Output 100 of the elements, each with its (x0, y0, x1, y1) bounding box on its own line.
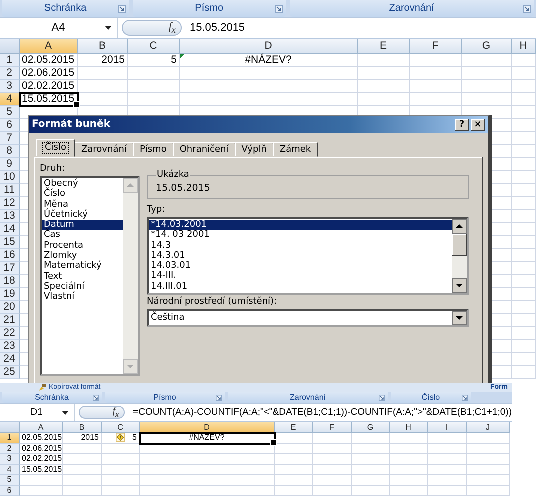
dropdown-arrow-icon[interactable] (62, 410, 69, 414)
warning-smart-tag-icon[interactable] (116, 433, 125, 442)
row-header[interactable]: 6 (0, 486, 20, 496)
category-item[interactable]: Zlomky (42, 251, 123, 262)
type-item[interactable]: 14-III. (149, 271, 452, 282)
category-item[interactable]: Procenta (42, 240, 123, 252)
launcher-icon[interactable] (216, 394, 222, 400)
insert-function-button[interactable]: f$_{x}$ (168, 20, 176, 36)
locale-dropdown[interactable]: Čeština (147, 309, 469, 327)
dropdown-arrow-icon[interactable] (105, 26, 112, 30)
launcher-icon[interactable] (523, 4, 531, 12)
dialog-tab[interactable]: Písmo (132, 142, 174, 157)
spreadsheet-cell[interactable]: 15.05.2015 (20, 464, 63, 475)
column-header[interactable]: C (128, 39, 180, 54)
row-header[interactable]: 2 (0, 67, 20, 80)
category-item[interactable]: Speciální (42, 282, 123, 292)
row-header[interactable]: 10 (0, 171, 20, 184)
dialog-tab[interactable]: Číslo (36, 139, 76, 157)
column-header[interactable]: A (20, 422, 63, 433)
launcher-icon[interactable] (118, 4, 126, 12)
spreadsheet-cell[interactable]: 02.05.2015 (20, 433, 63, 444)
row-header[interactable]: 17 (0, 262, 20, 275)
column-header[interactable]: H (390, 422, 428, 433)
category-item[interactable]: Účetnický (42, 210, 123, 220)
row-header[interactable]: 6 (0, 119, 20, 132)
row-header[interactable]: 14 (0, 223, 20, 236)
insert-function-button[interactable]: f$_{x}$ (112, 406, 120, 418)
type-item[interactable]: *14. 03 2001 (149, 230, 452, 241)
spreadsheet-cell[interactable]: 2015 (63, 433, 102, 444)
formula-field[interactable]: 15.05.2015 (186, 22, 536, 34)
category-item[interactable]: Datum (42, 220, 123, 230)
type-list[interactable]: *14.03.2001 *14. 03 2001 14.3 14.3.01 14.03.01 14-III. 14.III.01 (147, 217, 469, 295)
spreadsheet-cell[interactable]: 5 (102, 433, 140, 444)
row-header[interactable]: 20 (0, 301, 20, 314)
formula-field[interactable]: =COUNT(A:A)-COUNTIF(A:A;"<"&DATE(B1;C1;1))-COUNTIF(A:A;">"&DATE(B1;C1+1;0)) (129, 407, 512, 418)
row-header[interactable]: 1 (0, 433, 20, 444)
row-header[interactable]: 3 (0, 454, 20, 464)
row-header[interactable]: 18 (0, 275, 20, 288)
column-header[interactable]: E (358, 39, 410, 54)
launcher-icon[interactable] (274, 4, 283, 12)
category-item[interactable]: Číslo (42, 189, 123, 200)
launcher-icon[interactable] (462, 394, 468, 400)
spreadsheet-cell[interactable]: 15.05.2015 (20, 93, 78, 106)
name-box[interactable]: A4 (0, 18, 118, 38)
row-header[interactable]: 4 (0, 464, 20, 475)
column-header[interactable]: J (467, 422, 510, 433)
column-header[interactable]: I (428, 422, 467, 433)
column-header[interactable]: A (20, 39, 78, 54)
row-header[interactable]: 1 (0, 54, 20, 67)
category-list[interactable]: Obecný Číslo Měna Účetnický Datum Čas Procenta Zlomky Matematický Text Speciální Vlastní (40, 176, 140, 376)
spreadsheet-cell[interactable]: 5 (128, 54, 180, 67)
spreadsheet-cell[interactable]: #NÁZEV? (180, 54, 358, 67)
type-item[interactable]: 14.3 (149, 240, 452, 251)
column-header[interactable]: C (102, 422, 140, 433)
column-header[interactable]: G (462, 39, 512, 54)
type-item[interactable]: 14.3.01 (149, 250, 452, 262)
row-header[interactable]: 8 (0, 145, 20, 158)
type-item[interactable]: 14.03.01 (149, 261, 452, 272)
category-item[interactable]: Obecný (42, 179, 123, 190)
row-header[interactable]: 5 (0, 106, 20, 119)
spreadsheet-cell[interactable]: 02.02.2015 (20, 454, 63, 464)
column-header[interactable]: G (352, 422, 390, 433)
row-header[interactable]: 5 (0, 475, 20, 486)
column-header[interactable]: E (275, 422, 313, 433)
scroll-up-icon[interactable] (452, 219, 467, 234)
row-header[interactable]: 24 (0, 353, 20, 366)
launcher-icon[interactable] (379, 394, 385, 400)
row-header[interactable]: 19 (0, 288, 20, 301)
spreadsheet-cell[interactable]: 02.06.2015 (20, 67, 78, 80)
column-header[interactable]: F (313, 422, 352, 433)
row-header[interactable]: 15 (0, 236, 20, 249)
row-header[interactable]: 4 (0, 93, 20, 106)
row-header[interactable]: 3 (0, 80, 20, 93)
dialog-tab[interactable]: Výplň (234, 142, 274, 157)
spreadsheet-cell[interactable]: 02.06.2015 (20, 444, 63, 454)
type-item[interactable]: 14.III.01 (149, 282, 452, 292)
category-item[interactable]: Matematický (42, 261, 123, 272)
launcher-icon[interactable] (93, 394, 99, 400)
select-all-button[interactable] (0, 422, 20, 433)
dialog-tab[interactable]: Ohraničení (172, 142, 236, 157)
spreadsheet-cell[interactable]: 02.05.2015 (20, 54, 78, 67)
row-header[interactable]: 16 (0, 249, 20, 262)
spreadsheet-cell[interactable]: #NÁZEV? (140, 433, 275, 444)
scroll-thumb[interactable] (452, 234, 467, 256)
dialog-tab[interactable]: Zámek (272, 142, 318, 157)
column-header[interactable]: B (78, 39, 128, 54)
column-header[interactable]: D (140, 422, 275, 433)
row-header[interactable]: 12 (0, 197, 20, 210)
row-header[interactable]: 7 (0, 132, 20, 145)
category-item[interactable]: Text (42, 272, 123, 282)
spreadsheet-cell[interactable]: 02.02.2015 (20, 80, 78, 93)
column-header[interactable]: D (180, 39, 358, 54)
title-bar-button[interactable]: × (471, 118, 485, 130)
column-header[interactable]: F (410, 39, 462, 54)
column-header[interactable]: B (63, 422, 102, 433)
row-header[interactable]: 9 (0, 158, 20, 171)
category-item[interactable]: Vlastní (42, 292, 123, 303)
category-item[interactable]: Čas (42, 230, 123, 241)
row-header[interactable]: 25 (0, 366, 20, 379)
column-header[interactable]: H (512, 39, 536, 54)
